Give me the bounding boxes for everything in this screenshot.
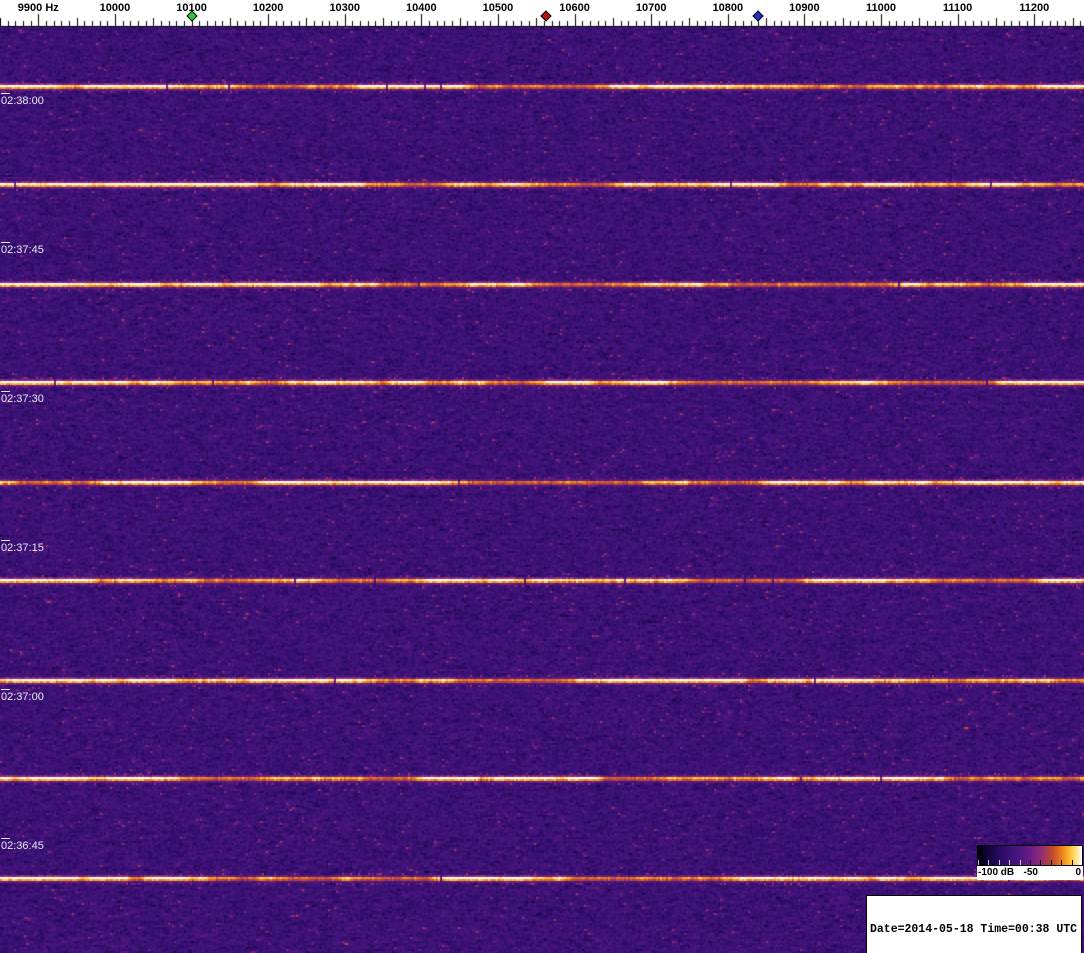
red-diamond-marker-icon[interactable]: [540, 10, 552, 22]
legend-tick-mark: [1009, 860, 1011, 865]
legend-tick-mark: [1071, 860, 1073, 865]
colorbar-gradient: [977, 845, 1083, 866]
waterfall-area: 02:38:00 02:37:45 02:37:30 02:37:15 02:37:00…: [0, 27, 1084, 953]
legend-max-label: 0: [1075, 867, 1081, 878]
legend-mid-label: -50: [1023, 867, 1038, 878]
legend-tick-mark: [1019, 860, 1021, 865]
legend-tick-mark: [1082, 860, 1083, 865]
waterfall-spectrogram[interactable]: [0, 27, 1084, 953]
legend-tick-mark: [1040, 860, 1042, 865]
legend-min-label: -100 dB: [978, 867, 1015, 878]
legend-tick-mark: [988, 860, 990, 865]
legend-tick-mark: [978, 860, 979, 865]
colorbar-legend: -100 dB -50 0: [977, 845, 1083, 880]
waterfall-display-app: 9900 Hz 10000 10100 10200 10300 10400 10500 106…: [0, 0, 1084, 953]
observation-info-box: Date=2014-05-18 Time=00:38 UTC Freq=143 …: [866, 895, 1082, 953]
legend-tick-mark: [1030, 860, 1031, 865]
colorbar-labels: -100 dB -50 0: [977, 866, 1083, 880]
frequency-ruler[interactable]: 9900 Hz 10000 10100 10200 10300 10400 10500 106…: [0, 0, 1084, 27]
legend-tick-mark: [998, 860, 1000, 865]
legend-tick-mark: [1050, 860, 1052, 865]
legend-tick-mark: [1061, 860, 1063, 865]
blue-diamond-marker-icon[interactable]: [752, 10, 765, 22]
info-line-date: Date=2014-05-18 Time=00:38 UTC: [870, 923, 1078, 936]
colorbar-ticks: [978, 846, 1083, 865]
green-diamond-marker-icon[interactable]: [185, 10, 198, 22]
frequency-markers: [0, 0, 1084, 27]
